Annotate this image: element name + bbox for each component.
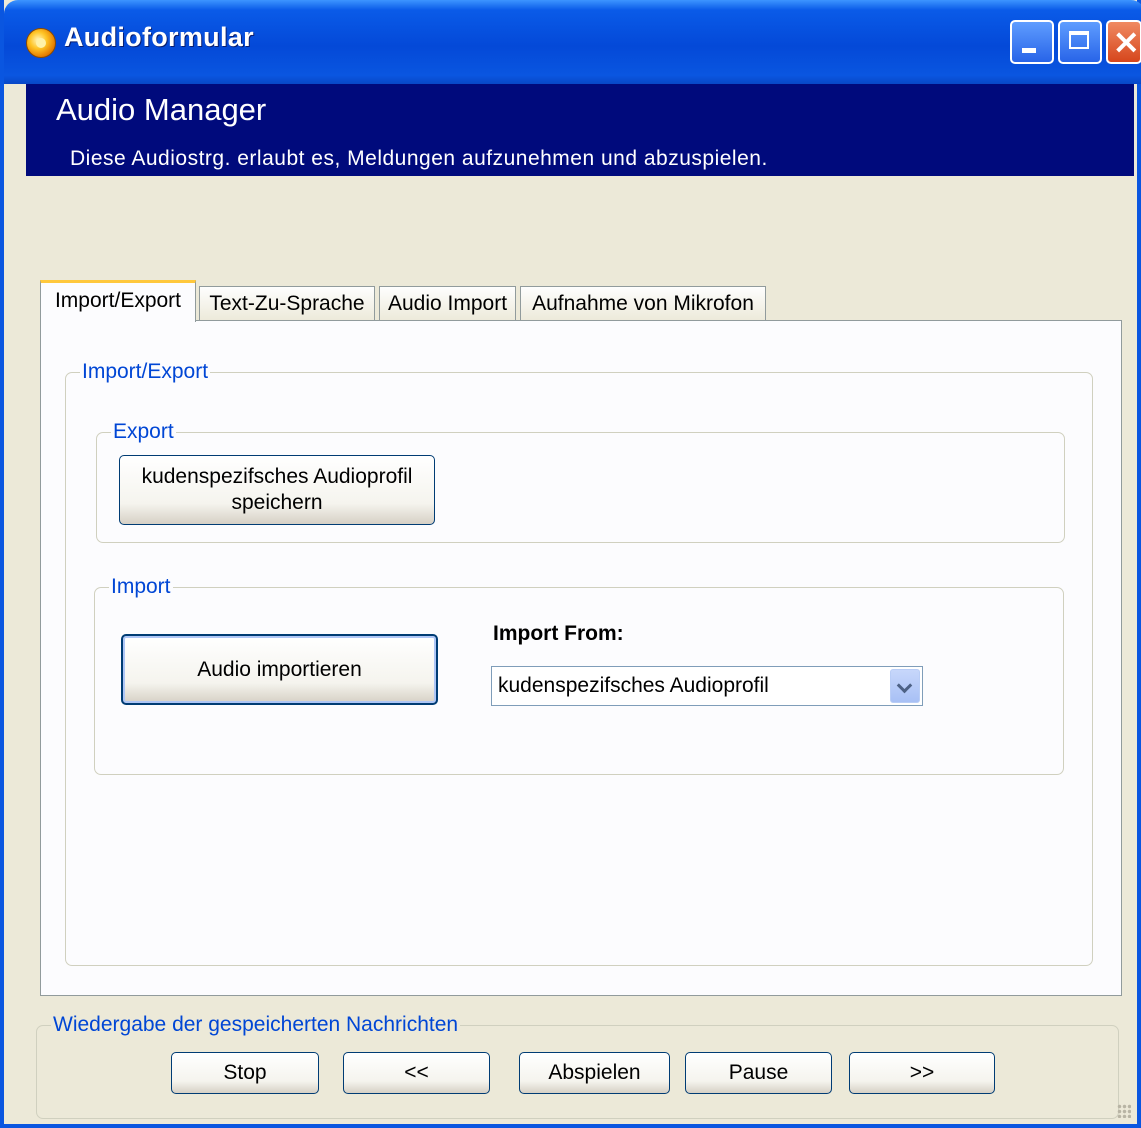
- export-group: Export kudenspezifsches Audioprofil spei…: [96, 420, 1065, 543]
- stop-button[interactable]: Stop: [171, 1052, 319, 1094]
- app-window: Audioformular × Audio Manager Diese Audi…: [0, 0, 1141, 1128]
- import-from-label: Import From:: [493, 622, 624, 645]
- minimize-button[interactable]: [1010, 20, 1054, 64]
- maximize-button[interactable]: [1058, 20, 1102, 64]
- app-logo-icon: [26, 28, 56, 58]
- tab-audio-import[interactable]: Audio Import: [379, 286, 516, 322]
- header-banner: Audio Manager Diese Audiostrg. erlaubt e…: [26, 84, 1134, 176]
- close-icon: ×: [1112, 22, 1141, 62]
- header-subtitle: Diese Audiostrg. erlaubt es, Meldungen a…: [70, 147, 768, 170]
- tab-aufnahme-von-mikrofon[interactable]: Aufnahme von Mikrofon: [520, 286, 766, 322]
- import-export-group-label: Import/Export: [80, 360, 211, 384]
- header-title: Audio Manager: [56, 92, 267, 127]
- previous-button[interactable]: <<: [343, 1052, 490, 1094]
- pause-button[interactable]: Pause: [685, 1052, 832, 1094]
- import-audio-button[interactable]: Audio importieren: [121, 634, 438, 705]
- chevron-down-icon[interactable]: [890, 669, 920, 703]
- export-group-label: Export: [111, 420, 176, 444]
- title-bar[interactable]: Audioformular ×: [4, 0, 1141, 84]
- save-audio-profile-button-line1: kudenspezifsches Audioprofil: [141, 465, 413, 488]
- tab-import-export[interactable]: Import/Export: [40, 280, 196, 322]
- resize-grip-icon[interactable]: [1117, 1104, 1131, 1118]
- close-button[interactable]: ×: [1106, 20, 1141, 64]
- play-button[interactable]: Abspielen: [519, 1052, 670, 1094]
- playback-group-label: Wiedergabe der gespeicherten Nachrichten: [51, 1013, 461, 1037]
- import-group-label: Import: [109, 575, 173, 599]
- save-audio-profile-button[interactable]: kudenspezifsches Audioprofil speichern: [119, 455, 435, 525]
- window-title: Audioformular: [64, 22, 254, 52]
- import-from-selected-value: kudenspezifsches Audioprofil: [498, 674, 769, 697]
- save-audio-profile-button-line2: speichern: [231, 491, 323, 514]
- tab-text-zu-sprache[interactable]: Text-Zu-Sprache: [199, 286, 375, 322]
- next-button[interactable]: >>: [849, 1052, 995, 1094]
- import-from-select[interactable]: kudenspezifsches Audioprofil: [491, 666, 923, 706]
